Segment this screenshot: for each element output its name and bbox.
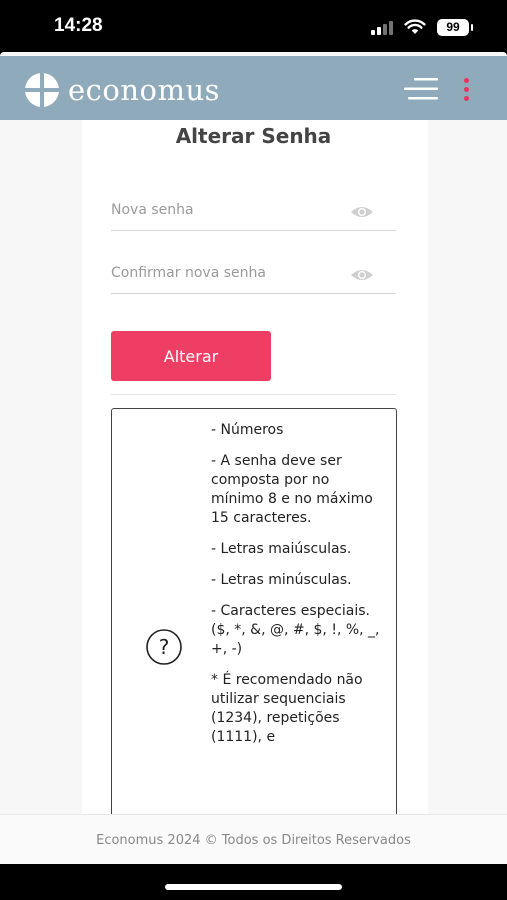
eye-icon[interactable]	[350, 205, 374, 219]
rule-item: * É recomendado não utilizar sequenciais…	[211, 672, 363, 745]
app-screen: economus Alterar Senha Alterar ? - Númer…	[0, 52, 507, 864]
wifi-icon	[404, 19, 426, 34]
new-password-input[interactable]	[111, 193, 351, 227]
rule-item: - Letras maiúsculas.	[211, 541, 352, 557]
more-options-icon[interactable]	[462, 78, 472, 102]
hamburger-menu-icon[interactable]	[402, 77, 438, 101]
confirm-password-field	[111, 256, 396, 294]
password-rules-list: - Números - A senha deve ser composta po…	[211, 421, 381, 759]
home-indicator[interactable]	[165, 884, 342, 890]
password-rules-box: ? - Números - A senha deve ser composta …	[111, 408, 397, 864]
divider	[111, 394, 396, 395]
rule-item: - Caracteres especiais. ($, *, &, @, #, …	[211, 603, 380, 657]
battery-icon: 99	[437, 19, 473, 36]
logo-globe-icon	[25, 73, 59, 107]
rule-item: - Números	[211, 422, 284, 438]
page-title: Alterar Senha	[175, 124, 332, 148]
eye-icon[interactable]	[350, 268, 374, 282]
alterar-button[interactable]: Alterar	[111, 331, 271, 381]
cellular-signal-icon	[371, 21, 395, 35]
svg-text:?: ?	[159, 635, 170, 659]
footer: Economus 2024 © Todos os Direitos Reserv…	[0, 814, 507, 864]
home-bar	[0, 864, 507, 900]
status-bar: 14:28 99	[0, 0, 507, 52]
footer-copyright: Economus 2024 © Todos os Direitos Reserv…	[96, 833, 411, 848]
logo-text: economus	[68, 73, 221, 107]
new-password-field	[111, 193, 396, 231]
confirm-password-input[interactable]	[111, 256, 351, 290]
economus-logo[interactable]: economus	[24, 72, 220, 108]
rule-item: - A senha deve ser composta por no mínim…	[211, 453, 373, 526]
app-header: economus	[0, 56, 507, 120]
question-mark-icon[interactable]: ?	[146, 629, 182, 665]
status-time: 14:28	[54, 15, 103, 36]
rule-item: - Letras minúsculas.	[211, 572, 352, 588]
